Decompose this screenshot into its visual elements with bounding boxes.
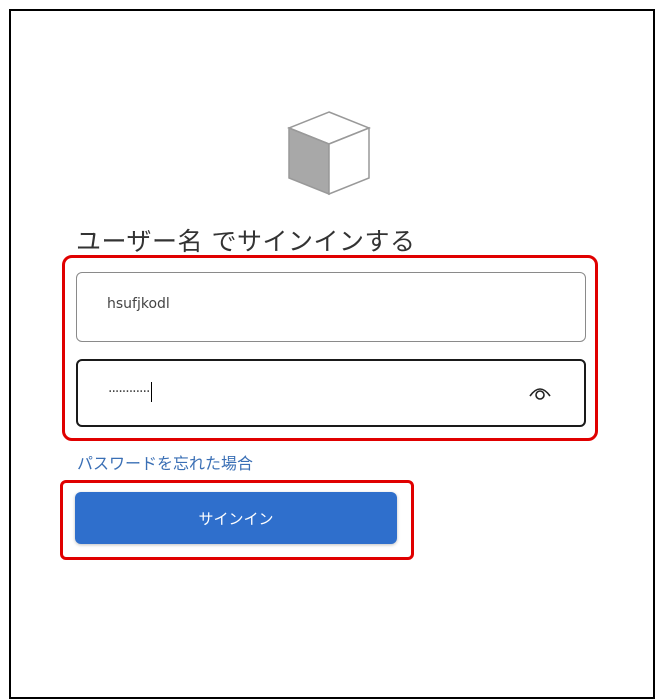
fields-highlight-box <box>62 255 598 441</box>
forgot-password-link[interactable]: パスワードを忘れた場合 <box>77 450 253 474</box>
page-title: ユーザー名 でサインインする <box>76 227 416 256</box>
signin-button[interactable]: サインイン <box>75 492 397 544</box>
cube-icon <box>286 111 372 196</box>
